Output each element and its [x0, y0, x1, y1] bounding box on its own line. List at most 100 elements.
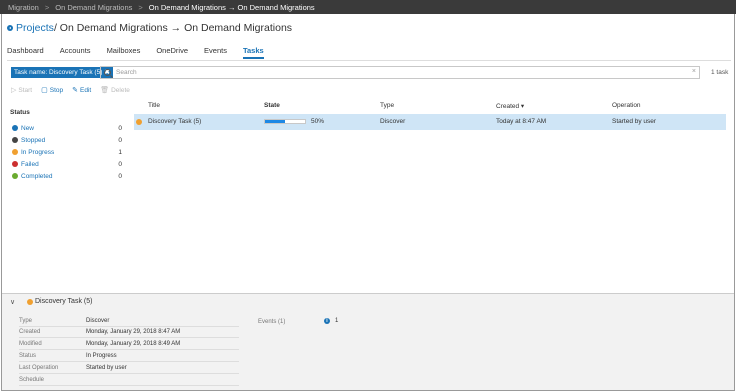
breadcrumb-separator: > — [44, 2, 50, 12]
breadcrumb-separator: > — [138, 2, 143, 12]
status-list: New 0 Stopped 0 In Progress 1 Failed 0 C… — [12, 122, 122, 182]
pencil-icon: ✎ — [72, 87, 78, 94]
status-count: 1 — [118, 148, 122, 156]
status-count: 0 — [118, 172, 122, 180]
detail-row-created: Created Monday, January 29, 2018 8:47 AM — [19, 327, 239, 338]
tab-events[interactable]: Events — [204, 45, 227, 59]
detail-key: Type — [19, 318, 33, 324]
status-label: In Progress — [21, 148, 55, 156]
in-progress-status-icon — [136, 119, 142, 125]
delete-button[interactable]: 🗑 Delete — [100, 86, 130, 95]
detail-value: Monday, January 29, 2018 8:49 AM — [86, 341, 181, 347]
column-header-operation[interactable]: Operation — [612, 102, 641, 109]
task-toolbar: ▷ Start ▢ Stop ✎ Edit 🗑 Delete — [11, 86, 139, 95]
stopped-status-icon — [12, 137, 18, 143]
tabs-divider — [7, 60, 731, 61]
tab-dashboard[interactable]: Dashboard — [7, 45, 44, 59]
search-icon — [104, 69, 111, 76]
column-header-created[interactable]: Created ▾ — [496, 102, 524, 110]
new-status-icon — [12, 125, 18, 131]
events-label: Events (1) — [258, 319, 286, 325]
stop-button[interactable]: ▢ Stop — [41, 86, 64, 95]
stop-icon: ▢ — [41, 87, 48, 94]
status-item-stopped[interactable]: Stopped 0 — [12, 134, 122, 146]
info-icon: i — [324, 318, 330, 324]
in-progress-status-icon — [27, 299, 33, 305]
tab-onedrive[interactable]: OneDrive — [156, 45, 188, 59]
task-title: Discovery Task (5) — [148, 118, 202, 125]
detail-row-type: Type Discover — [19, 316, 239, 327]
completed-status-icon — [12, 173, 18, 179]
task-created: Today at 8:47 AM — [496, 118, 547, 125]
column-header-state[interactable]: State — [264, 102, 280, 109]
task-type: Discover — [380, 118, 406, 125]
status-label: Completed — [21, 172, 53, 180]
detail-row-modified: Modified Monday, January 29, 2018 8:49 A… — [19, 339, 239, 350]
breadcrumb-item-migration[interactable]: Migration — [8, 3, 39, 12]
detail-row-status: Status In Progress — [19, 351, 239, 362]
status-count: 0 — [118, 160, 122, 168]
back-icon[interactable] — [7, 25, 13, 31]
start-button-label: Start — [18, 86, 33, 94]
status-label: New — [21, 124, 35, 132]
detail-value: In Progress — [86, 353, 117, 359]
tab-accounts[interactable]: Accounts — [60, 45, 91, 59]
tasks-grid-header: Title State Type Created ▾ Operation — [134, 101, 726, 111]
projects-link[interactable]: Projects — [16, 22, 54, 34]
detail-value: Monday, January 29, 2018 8:47 AM — [86, 329, 181, 335]
task-operation: Started by user — [612, 118, 657, 125]
events-value[interactable]: i 1 — [324, 318, 338, 324]
task-count: 1 task — [711, 69, 729, 76]
clear-search-icon[interactable]: × — [692, 68, 696, 75]
details-title: Discovery Task (5) — [35, 298, 93, 305]
tab-tasks[interactable]: Tasks — [242, 45, 264, 59]
detail-key: Created — [19, 329, 41, 335]
filter-chip-label: Task name: Discovery Task (5) — [14, 69, 103, 76]
detail-row-schedule: Schedule — [19, 375, 239, 386]
status-item-new[interactable]: New 0 — [12, 122, 122, 134]
status-item-completed[interactable]: Completed 0 — [12, 170, 122, 182]
page-title: Projects / On Demand Migrations → On Dem… — [7, 22, 292, 34]
tab-mailboxes[interactable]: Mailboxes — [107, 45, 141, 59]
stop-button-label: Stop — [49, 86, 64, 94]
filter-chip[interactable]: Task name: Discovery Task (5) ✖ — [11, 67, 113, 78]
status-label: Stopped — [21, 136, 46, 144]
detail-value: Discover — [86, 318, 110, 324]
column-header-type[interactable]: Type — [380, 102, 394, 109]
status-item-failed[interactable]: Failed 0 — [12, 158, 122, 170]
progress-bar-fill — [265, 120, 285, 123]
status-item-in-progress[interactable]: In Progress 1 — [12, 146, 122, 158]
search-box: × — [100, 66, 700, 79]
detail-row-last-operation: Last Operation Started by user — [19, 363, 239, 374]
status-label: Failed — [21, 160, 39, 168]
status-count: 0 — [118, 124, 122, 132]
play-icon: ▷ — [11, 87, 17, 94]
failed-status-icon — [12, 161, 18, 167]
status-panel-title: Status — [10, 109, 30, 116]
tab-bar: Dashboard Accounts Mailboxes OneDrive Ev… — [7, 45, 280, 59]
status-count: 0 — [118, 136, 122, 144]
edit-button-label: Edit — [80, 86, 92, 94]
detail-value: Started by user — [86, 365, 127, 371]
start-button[interactable]: ▷ Start — [11, 86, 33, 95]
progress-percent: 50% — [311, 118, 325, 125]
detail-key: Schedule — [19, 377, 45, 383]
collapse-chevron-icon[interactable]: ∨ — [10, 298, 15, 306]
page-title-text: / On Demand Migrations → On Demand Migra… — [53, 22, 293, 34]
events-count: 1 — [335, 318, 339, 324]
in-progress-status-icon — [12, 149, 18, 155]
column-header-title[interactable]: Title — [148, 102, 160, 109]
detail-key: Last Operation — [19, 365, 59, 371]
search-input[interactable] — [116, 69, 686, 76]
breadcrumb-item-current: On Demand Migrations → On Demand Migrati… — [148, 2, 315, 12]
trash-icon: 🗑 — [100, 87, 110, 94]
progress-bar — [264, 119, 306, 124]
detail-key: Status — [19, 353, 37, 359]
breadcrumb: Migration > On Demand Migrations > On De… — [0, 0, 736, 14]
edit-button[interactable]: ✎ Edit — [72, 86, 92, 95]
details-panel: ∨ Discovery Task (5) Type Discover Creat… — [2, 294, 734, 390]
detail-key: Modified — [19, 341, 42, 347]
table-row[interactable]: Discovery Task (5) 50% Discover Today at… — [134, 114, 726, 130]
delete-button-label: Delete — [111, 86, 130, 94]
breadcrumb-item-on-demand-migrations[interactable]: On Demand Migrations — [55, 3, 132, 12]
